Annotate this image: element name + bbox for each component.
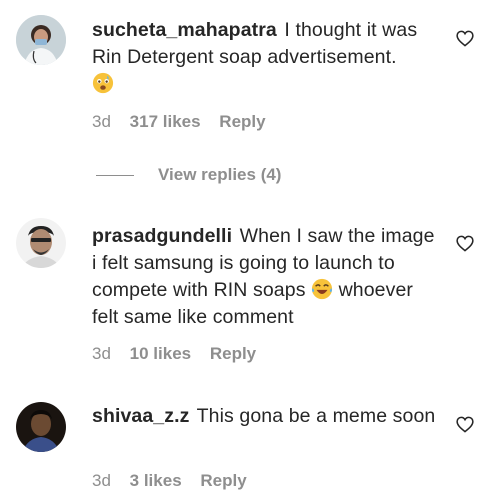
laughing-tears-emoji xyxy=(311,278,333,300)
reply-button[interactable]: Reply xyxy=(200,471,246,490)
heart-icon[interactable] xyxy=(456,235,474,252)
comment-username[interactable]: sucheta_mahapatra xyxy=(92,19,277,41)
comment-username[interactable]: prasadgundelli xyxy=(92,225,232,247)
divider xyxy=(96,174,134,176)
comment-body: shivaa_z.z This gona be a meme soon xyxy=(92,403,437,430)
comment-meta: 3d 10 likes Reply xyxy=(92,344,270,364)
comment-time: 3d xyxy=(92,471,111,490)
heart-icon[interactable] xyxy=(456,416,474,433)
view-replies-label: View replies (4) xyxy=(158,165,282,184)
comment-username[interactable]: shivaa_z.z xyxy=(92,405,189,427)
avatar[interactable] xyxy=(16,402,66,452)
comment-meta: 3d 317 likes Reply xyxy=(92,112,280,132)
comment-text: This gona be a meme soon xyxy=(196,405,436,427)
avatar[interactable] xyxy=(16,218,66,268)
heart-icon[interactable] xyxy=(456,30,474,47)
likes-count[interactable]: 3 likes xyxy=(130,471,182,490)
view-replies-button[interactable]: View replies (4) xyxy=(96,164,281,186)
reply-button[interactable]: Reply xyxy=(210,344,256,363)
comment-time: 3d xyxy=(92,112,111,131)
avatar[interactable] xyxy=(16,15,66,65)
reply-button[interactable]: Reply xyxy=(219,112,265,131)
likes-count[interactable]: 10 likes xyxy=(130,344,191,363)
likes-count[interactable]: 317 likes xyxy=(130,112,201,131)
comment-time: 3d xyxy=(92,344,111,363)
comment-meta: 3d 3 likes Reply xyxy=(92,471,261,491)
comment-body: prasadgundelli When I saw the image i fe… xyxy=(92,223,437,331)
sweat-smile-emoji xyxy=(92,72,114,94)
comment-body: sucheta_mahapatra I thought it was Rin D… xyxy=(92,17,437,98)
